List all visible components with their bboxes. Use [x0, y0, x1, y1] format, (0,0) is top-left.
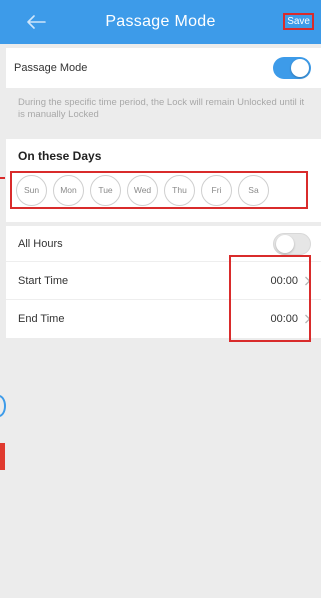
days-selector: Sun Mon Tue Wed Thu Fri Sa	[10, 171, 308, 209]
end-time-value: 00:00	[270, 312, 298, 325]
left-edge-red-bar	[0, 443, 5, 470]
start-time-value: 00:00	[270, 274, 298, 287]
back-button[interactable]	[22, 10, 50, 34]
chevron-right-icon	[305, 276, 311, 285]
passage-mode-label: Passage Mode	[14, 62, 88, 74]
passage-mode-row: Passage Mode	[6, 48, 321, 88]
end-time-row[interactable]: End Time 00:00	[6, 299, 321, 337]
toggle-knob	[291, 59, 309, 77]
day-mon[interactable]: Mon	[53, 174, 84, 206]
end-time-label: End Time	[18, 312, 65, 325]
passage-mode-toggle[interactable]	[273, 57, 311, 79]
chevron-right-icon	[305, 314, 311, 323]
page-title: Passage Mode	[105, 13, 216, 30]
end-time-picker[interactable]: 00:00	[270, 313, 311, 325]
start-time-picker[interactable]: 00:00	[270, 275, 311, 287]
day-tue[interactable]: Tue	[90, 174, 121, 206]
days-section: On these Days Sun Mon Tue Wed Thu Fri Sa	[6, 139, 321, 222]
start-time-row[interactable]: Start Time 00:00	[6, 261, 321, 299]
passage-mode-screen: Passage Mode Save Passage Mode During th…	[0, 0, 321, 598]
day-fri[interactable]: Fri	[201, 174, 232, 206]
hours-section: All Hours Start Time 00:00 End Time 00:0…	[6, 226, 321, 338]
day-sun[interactable]: Sun	[16, 174, 47, 206]
left-edge-marker	[0, 177, 5, 179]
toggle-knob	[276, 234, 294, 253]
day-sat[interactable]: Sa	[238, 174, 269, 206]
left-edge-ring	[0, 395, 6, 417]
all-hours-row: All Hours	[6, 226, 321, 261]
passage-mode-description: During the specific time period, the Loc…	[18, 97, 305, 120]
all-hours-toggle[interactable]	[273, 232, 311, 255]
day-wed[interactable]: Wed	[127, 174, 158, 206]
day-thu[interactable]: Thu	[164, 174, 195, 206]
header-bar: Passage Mode Save	[0, 0, 321, 44]
arrow-left-icon	[27, 15, 46, 29]
all-hours-label: All Hours	[18, 237, 63, 250]
start-time-label: Start Time	[18, 274, 69, 287]
days-title: On these Days	[18, 149, 102, 163]
save-button[interactable]: Save	[283, 13, 314, 30]
